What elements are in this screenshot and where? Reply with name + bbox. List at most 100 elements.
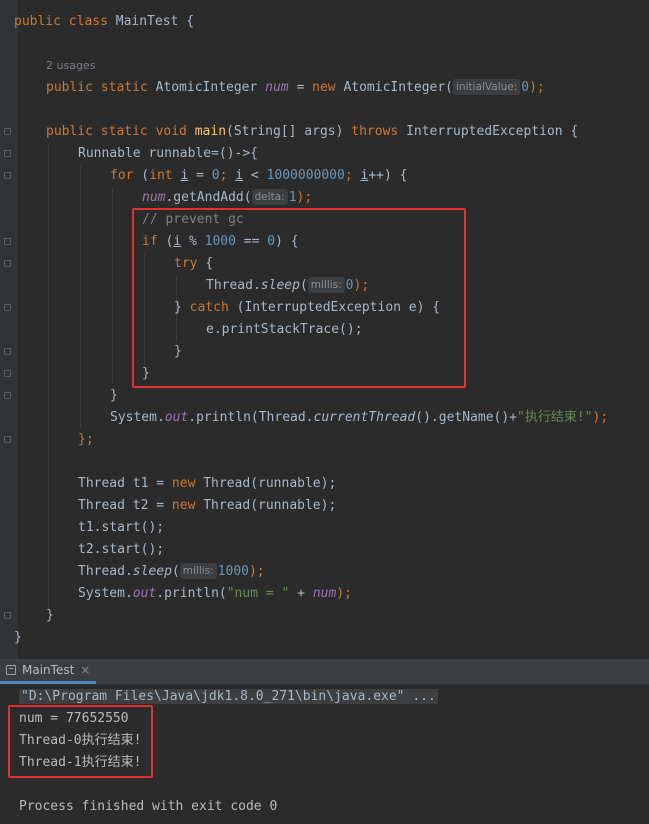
class-ref: Thread. [78, 564, 133, 579]
highlight-box [8, 705, 153, 778]
highlight-box [132, 208, 466, 388]
keyword: for [110, 168, 134, 183]
fold-icon[interactable] [4, 370, 11, 377]
code-line-6: public static void main(String[] args) t… [46, 121, 578, 143]
punct: ; [344, 168, 361, 183]
fold-icon[interactable] [4, 304, 11, 311]
code-line-25: t2.start(); [78, 542, 165, 557]
fold-icon[interactable] [4, 172, 11, 179]
param-hint: millis: [179, 563, 217, 579]
usages-hint[interactable]: 2 usages [46, 55, 95, 77]
keyword: new [171, 498, 204, 513]
indent-guide [80, 166, 81, 428]
code-line-4: public static AtomicInteger num = new At… [46, 77, 545, 99]
keyword: public static [46, 80, 156, 95]
punct: ++) { [368, 168, 408, 183]
fold-icon[interactable] [4, 612, 11, 619]
string-literal: "num = " [226, 586, 290, 601]
tab-label: MainTest [22, 663, 75, 677]
keyword: public static void [46, 124, 195, 139]
method-sleep: sleep [132, 564, 172, 579]
code-line-29: } [14, 630, 22, 645]
params: (String[] args) [226, 124, 352, 139]
code-line-9: num.getAndAdd(delta: 1); [142, 187, 312, 209]
type: AtomicInteger [155, 80, 266, 95]
field-out: out [164, 410, 189, 425]
keyword: public class [14, 14, 116, 29]
method-call: ().getName()+ [415, 410, 518, 425]
fold-icon[interactable] [4, 392, 11, 399]
constructor: AtomicInteger( [343, 80, 454, 95]
class-name: MainTest { [115, 14, 195, 29]
code-line-23: Thread t2 = new Thread(runnable); [78, 495, 336, 517]
exception: InterruptedException { [406, 124, 579, 139]
code-line-18: } [110, 388, 118, 403]
var-i: i [235, 168, 244, 183]
method-call: .println(Thread. [188, 410, 314, 425]
punct: }; [78, 432, 94, 447]
declaration: Thread t2 = [78, 498, 172, 513]
field-num: num [312, 586, 337, 601]
fold-icon[interactable] [4, 128, 11, 135]
editor-gutter [0, 0, 18, 659]
method-main: main [194, 124, 227, 139]
keyword: new [171, 476, 204, 491]
keyword: int [149, 168, 181, 183]
code-line-22: Thread t1 = new Thread(runnable); [78, 473, 336, 495]
field-num: num [142, 190, 166, 205]
class-ref: System. [110, 410, 165, 425]
fold-icon[interactable] [4, 150, 11, 157]
punct: = [188, 168, 212, 183]
fold-icon[interactable] [4, 348, 11, 355]
fold-icon[interactable] [4, 238, 11, 245]
punct: ); [592, 410, 609, 425]
constructor-call: Thread(runnable); [203, 498, 337, 513]
fold-icon[interactable] [4, 436, 11, 443]
number: 0 [211, 168, 220, 183]
punct: ); [336, 586, 352, 601]
code-line-8: for (int i = 0; i < 1000000000; i++) { [110, 165, 407, 187]
indent-guide [112, 188, 113, 384]
code-line-20: }; [78, 429, 94, 451]
method-currentThread: currentThread [313, 410, 416, 425]
method-call: .println( [156, 586, 227, 601]
fold-icon[interactable] [4, 260, 11, 267]
number: 1 [288, 190, 297, 205]
console-exit-message: Process finished with exit code 0 [19, 799, 278, 814]
run-console: MainTest × "D:\Program Files\Java\jdk1.8… [0, 659, 649, 824]
param-hint: delta: [251, 189, 288, 205]
field-num: num [265, 80, 289, 95]
punct: ); [296, 190, 313, 205]
field-out: out [132, 586, 157, 601]
class-ref: System. [78, 586, 133, 601]
close-icon[interactable]: × [80, 663, 90, 677]
punct: ); [248, 564, 265, 579]
code-line-7: Runnable runnable=()->{ [78, 146, 259, 161]
tab-maintest[interactable]: MainTest × [0, 659, 97, 684]
code-line-19: System.out.println(Thread.currentThread(… [110, 407, 608, 429]
code-line-28: } [46, 608, 54, 623]
console-tab-bar: MainTest × [0, 659, 649, 685]
operator: + [289, 586, 313, 601]
code-editor[interactable]: public class MainTest { 2 usages public … [0, 0, 649, 659]
console-icon [6, 665, 16, 675]
constructor-call: Thread(runnable); [203, 476, 337, 491]
command-text[interactable]: "D:\Program Files\Java\jdk1.8.0_271\bin\… [19, 689, 438, 704]
code-line-26: Thread.sleep(millis: 1000); [78, 561, 265, 583]
punct: ( [171, 564, 180, 579]
declaration: Thread t1 = [78, 476, 172, 491]
punct: ( [133, 168, 150, 183]
keyword: throws [351, 124, 407, 139]
number: 1000000000 [266, 168, 345, 183]
punct: ; [219, 168, 236, 183]
operator: = [288, 80, 313, 95]
method-call: .getAndAdd( [165, 190, 252, 205]
punct: < [243, 168, 267, 183]
keyword: new [312, 80, 344, 95]
number: 1000 [217, 564, 249, 579]
number: 0 [521, 80, 530, 95]
code-line-27: System.out.println("num = " + num); [78, 583, 352, 605]
indent-guide [48, 144, 49, 610]
code-line-24: t1.start(); [78, 520, 165, 535]
param-hint: initialValue: [453, 79, 521, 95]
